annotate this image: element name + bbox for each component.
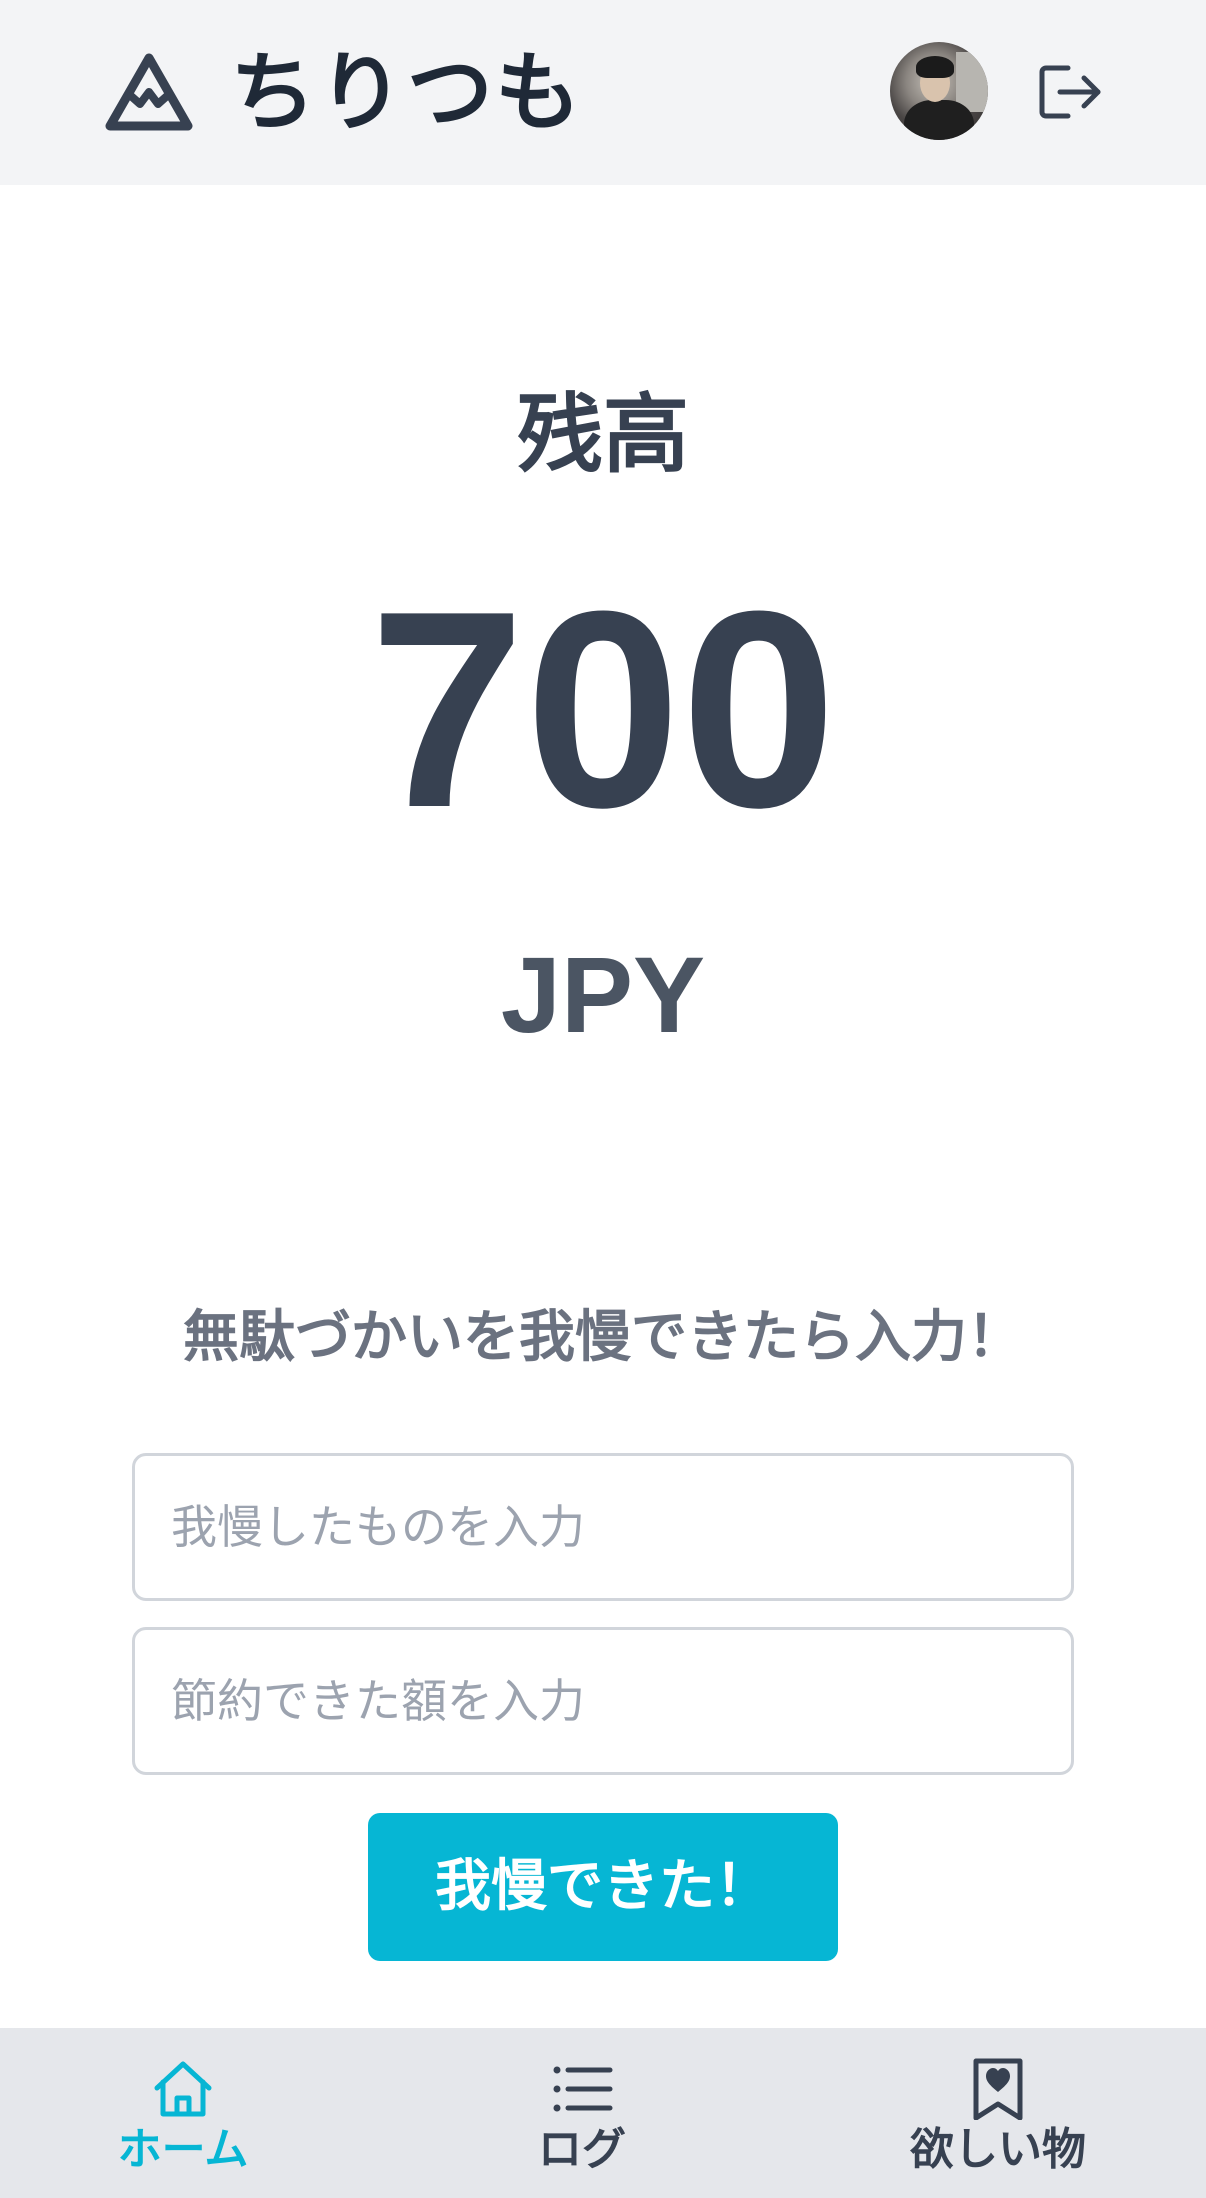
nav-label-home: ホーム — [117, 2124, 249, 2175]
home-icon — [154, 2061, 212, 2117]
balance-label: 残高 — [517, 385, 689, 485]
saved-item-input[interactable] — [132, 1453, 1074, 1601]
nav-item-wishlist[interactable]: 欲しい物 — [848, 2028, 1148, 2198]
app-header: ちりつも — [0, 0, 1206, 185]
user-avatar[interactable] — [890, 42, 988, 140]
submit-button[interactable]: 我慢できた！ — [368, 1813, 838, 1961]
nav-item-log[interactable]: ログ — [432, 2028, 732, 2198]
saved-amount-input[interactable] — [132, 1627, 1074, 1775]
nav-item-home[interactable]: ホーム — [33, 2028, 333, 2198]
app-title: ちりつも — [230, 43, 583, 143]
balance-currency: JPY — [500, 934, 706, 1055]
bookmark-heart-icon — [973, 2058, 1023, 2120]
list-icon — [553, 2066, 613, 2112]
nav-label-wishlist: 欲しい物 — [910, 2124, 1086, 2175]
form-heading: 無駄づかいを我慢できたら入力！ — [183, 1305, 1023, 1370]
bottom-nav: ホーム ログ 欲しい物 — [0, 2028, 1206, 2198]
logout-icon[interactable] — [1038, 62, 1104, 122]
mountain-icon — [105, 53, 193, 131]
balance-amount: 700 — [369, 554, 837, 866]
nav-label-log: ログ — [538, 2124, 626, 2175]
